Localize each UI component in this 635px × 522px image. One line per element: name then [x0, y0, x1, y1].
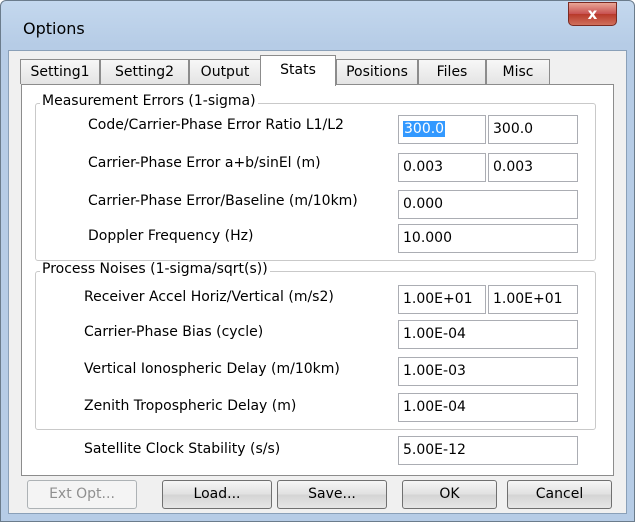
ok-button[interactable]: OK	[402, 480, 497, 509]
receiver-accel-label: Receiver Accel Horiz/Vertical (m/s2)	[84, 289, 334, 305]
ext-opt-button[interactable]: Ext Opt...	[27, 480, 137, 509]
tab-positions[interactable]: Positions	[336, 59, 418, 84]
process-noises-title: Process Noises (1-sigma/sqrt(s))	[40, 261, 270, 277]
carrier-phase-error-a-input[interactable]: 0.003	[398, 153, 486, 182]
tab-setting2[interactable]: Setting2	[100, 59, 189, 84]
window-title: Options	[23, 19, 85, 38]
carrier-phase-baseline-input[interactable]: 0.000	[398, 190, 578, 219]
satellite-clock-label: Satellite Clock Stability (s/s)	[84, 441, 281, 457]
cancel-button[interactable]: Cancel	[507, 480, 612, 509]
code-carrier-ratio-l2-input[interactable]: 300.0	[488, 115, 578, 144]
tab-misc[interactable]: Misc	[486, 59, 550, 84]
carrier-phase-error-label: Carrier-Phase Error a+b/sinEl (m)	[88, 155, 321, 171]
ionospheric-delay-label: Vertical Ionospheric Delay (m/10km)	[84, 361, 340, 377]
ionospheric-delay-input[interactable]: 1.00E-03	[398, 357, 578, 386]
code-carrier-ratio-label: Code/Carrier-Phase Error Ratio L1/L2	[88, 117, 344, 133]
save-button[interactable]: Save...	[277, 480, 387, 509]
load-button[interactable]: Load...	[162, 480, 272, 509]
tab-setting1[interactable]: Setting1	[20, 59, 100, 84]
carrier-phase-baseline-label: Carrier-Phase Error/Baseline (m/10km)	[88, 193, 358, 209]
code-carrier-ratio-l1-input[interactable]: 300.0	[398, 115, 486, 144]
tab-stats[interactable]: Stats	[260, 55, 336, 86]
tab-files[interactable]: Files	[418, 59, 486, 84]
tropospheric-delay-label: Zenith Tropospheric Delay (m)	[84, 398, 297, 414]
tropospheric-delay-input[interactable]: 1.00E-04	[398, 393, 578, 422]
satellite-clock-input[interactable]: 5.00E-12	[398, 436, 578, 465]
carrier-phase-error-b-input[interactable]: 0.003	[488, 153, 578, 182]
measurement-errors-title: Measurement Errors (1-sigma)	[40, 93, 258, 109]
carrier-phase-bias-label: Carrier-Phase Bias (cycle)	[84, 324, 264, 340]
carrier-phase-bias-input[interactable]: 1.00E-04	[398, 320, 578, 349]
receiver-accel-horiz-input[interactable]: 1.00E+01	[398, 285, 486, 314]
tab-output[interactable]: Output	[189, 59, 261, 84]
doppler-frequency-label: Doppler Frequency (Hz)	[88, 228, 254, 244]
receiver-accel-vert-input[interactable]: 1.00E+01	[488, 285, 578, 314]
close-icon[interactable]: x	[568, 2, 617, 26]
doppler-frequency-input[interactable]: 10.000	[398, 224, 578, 253]
